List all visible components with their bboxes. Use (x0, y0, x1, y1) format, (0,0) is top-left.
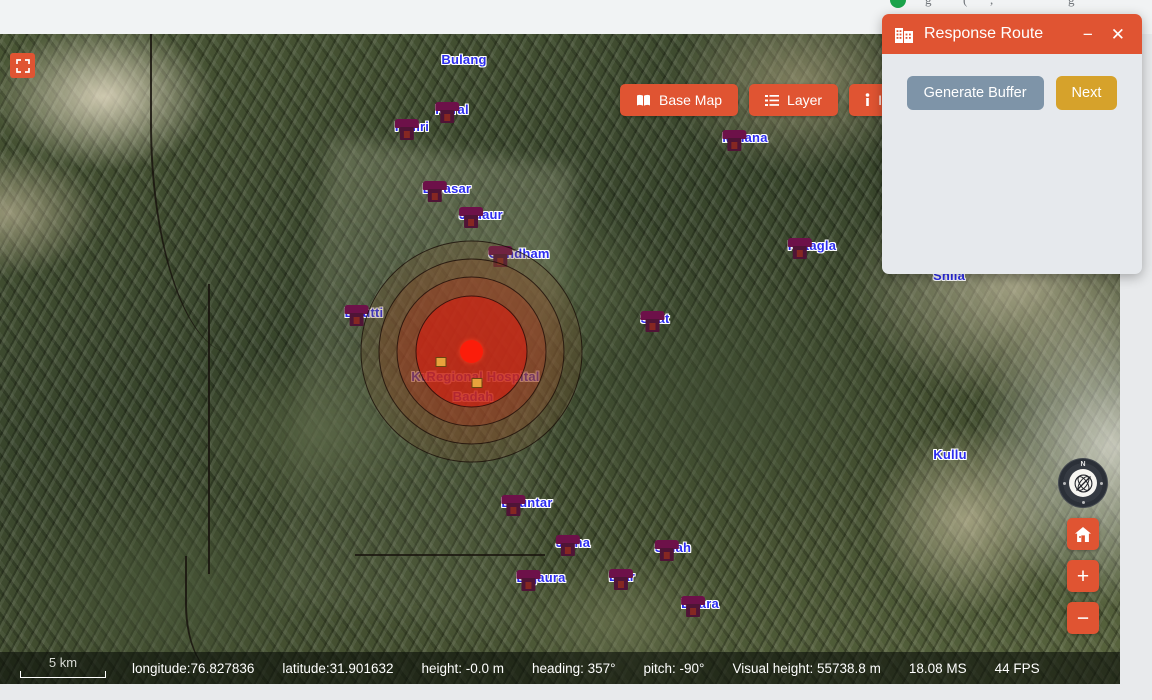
base-map-button[interactable]: Base Map (620, 84, 739, 116)
place-label: Bulang (441, 52, 487, 67)
status-latitude: latitude:31.901632 (282, 660, 394, 676)
status-pitch: pitch: -90° (643, 660, 705, 676)
book-map-icon (637, 94, 650, 106)
place-marker[interactable]: Dhara (681, 596, 719, 617)
panel-body: Generate Buffer Next (882, 54, 1142, 274)
compass-north-label: N (1080, 461, 1086, 468)
place-marker[interactable]: Bajaura (516, 570, 565, 591)
compass-tick (1063, 482, 1066, 485)
place-marker[interactable]: Himri (394, 119, 429, 140)
home-icon (1075, 526, 1091, 542)
response-route-panel: Response Route − ✕ Generate Buffer Next (882, 14, 1142, 274)
status-height: height: -0.0 m (421, 660, 505, 676)
browser-ghost-glyph: ( (963, 0, 972, 6)
status-fps: 44 FPS (994, 660, 1040, 676)
status-visual-height: Visual height: 55738.8 m (732, 660, 881, 676)
next-button[interactable]: Next (1055, 76, 1118, 110)
browser-status-dot (890, 0, 906, 8)
place-marker[interactable]: Malana (722, 130, 767, 151)
incident-buffer-zone[interactable] (360, 240, 582, 462)
zoom-in-button[interactable]: + (1067, 560, 1099, 592)
fullscreen-button[interactable] (10, 53, 35, 78)
status-heading: heading: 357° (532, 660, 616, 676)
place-label: Kullu (933, 447, 967, 462)
close-button[interactable]: ✕ (1107, 26, 1129, 43)
facility-marker[interactable] (471, 378, 483, 388)
bottom-gutter (0, 684, 1152, 700)
compass-tick (1082, 501, 1085, 504)
browser-ghost-glyph: g (925, 0, 934, 6)
map-status-bar: 5 km longitude:76.827836 latitude:31.901… (0, 652, 1120, 684)
scale-bar: 5 km (8, 653, 118, 683)
compass-tick (1100, 482, 1103, 485)
panel-header: Response Route − ✕ (882, 14, 1142, 54)
place-marker[interactable]: Karal (435, 102, 469, 123)
zoom-out-button[interactable]: − (1067, 602, 1099, 634)
compass-dial (1069, 469, 1097, 497)
place-marker[interactable]: Kullu (933, 447, 967, 462)
panel-title: Response Route (924, 25, 1044, 42)
browser-ghost-glyph: g (1068, 0, 1077, 6)
building-icon (895, 27, 913, 43)
layer-button[interactable]: Layer (749, 84, 839, 116)
base-map-label: Base Map (659, 92, 723, 108)
incident-center-marker[interactable] (459, 339, 483, 363)
place-marker[interactable]: Jadaur (459, 207, 503, 228)
place-marker[interactable]: Shat (640, 311, 670, 332)
panel-actions: Generate Buffer Next (882, 76, 1142, 110)
status-longitude: longitude:76.827836 (132, 660, 255, 676)
place-marker[interactable]: Bulang (441, 52, 486, 67)
place-marker[interactable]: Biyasar (422, 181, 471, 202)
compass-rose[interactable]: N (1058, 458, 1108, 508)
info-icon (865, 93, 870, 106)
facility-marker[interactable] (435, 357, 447, 367)
map-navigation-controls: N + − (1058, 458, 1108, 634)
scale-bar-label: 5 km (48, 655, 78, 670)
status-frame-time: 18.08 MS (908, 660, 967, 676)
place-marker[interactable]: Katagla (787, 238, 836, 259)
scale-bar-bracket (20, 671, 106, 678)
road-line (355, 532, 545, 556)
minimize-button[interactable]: − (1079, 26, 1097, 43)
compass-crosshair-icon (1074, 474, 1092, 492)
place-marker[interactable]: Diar (608, 569, 635, 590)
browser-ghost-glyph: , (990, 0, 999, 6)
fullscreen-expand-icon (15, 58, 30, 73)
place-marker[interactable]: Bhuntar (501, 495, 552, 516)
home-button[interactable] (1067, 518, 1099, 550)
place-marker[interactable]: Jicha (555, 535, 590, 556)
layers-list-icon (765, 94, 780, 106)
generate-buffer-button[interactable]: Generate Buffer (906, 76, 1044, 110)
layer-label: Layer (787, 92, 823, 108)
place-marker[interactable]: Shiah (654, 540, 691, 561)
